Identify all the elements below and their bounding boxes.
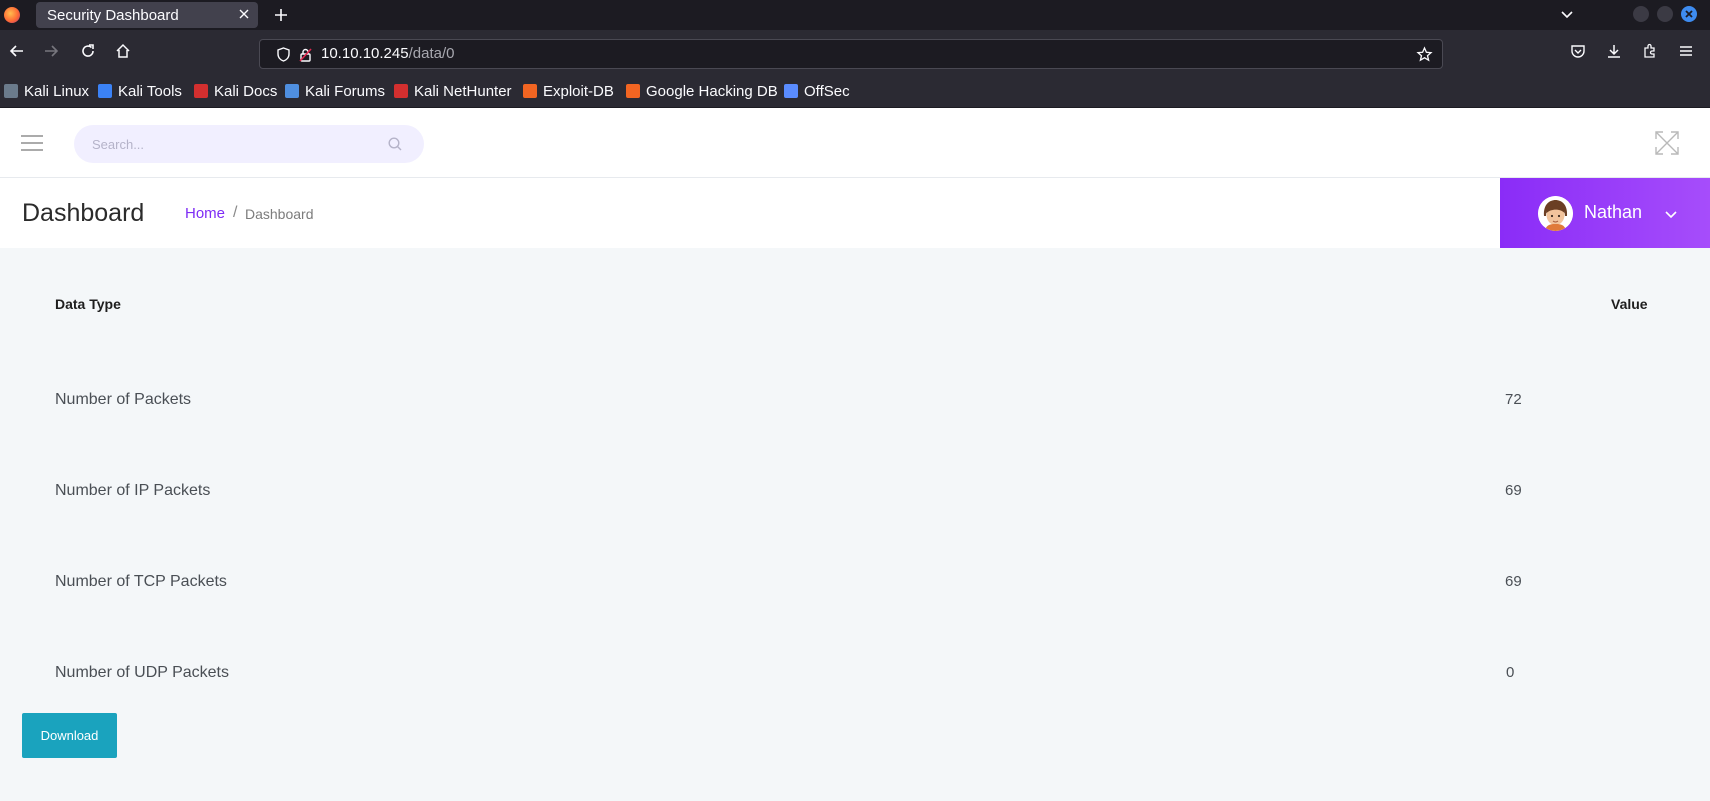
bookmark-label: Kali Docs (214, 82, 278, 100)
list-tabs-chevron-icon[interactable] (1558, 6, 1576, 24)
google-hacking-db-icon (626, 84, 640, 98)
breadcrumb-separator: / (233, 204, 238, 221)
avatar (1538, 196, 1573, 231)
kali-dragon-icon (4, 84, 18, 98)
row-value: 0 (1506, 664, 1515, 681)
reload-icon[interactable] (79, 42, 97, 60)
bookmark-label: Kali Forums (305, 82, 386, 100)
download-button[interactable]: Download (22, 713, 117, 758)
firefox-icon (4, 7, 20, 23)
browser-tab-bar: Security Dashboard (0, 0, 1710, 30)
row-label: Number of Packets (55, 391, 192, 408)
bookmark-label: Kali NetHunter (414, 82, 512, 100)
kali-nethunter-icon (394, 84, 408, 98)
url-host: 10.10.10.245 (321, 45, 409, 62)
row-label: Number of IP Packets (55, 482, 211, 499)
bookmark-google-hacking-db[interactable]: Google Hacking DB (626, 82, 778, 100)
row-value: 69 (1505, 482, 1522, 499)
home-icon[interactable] (114, 42, 132, 60)
search-icon[interactable] (387, 136, 403, 152)
new-tab-icon[interactable] (272, 6, 290, 24)
kali-docs-icon (194, 84, 208, 98)
row-value: 69 (1505, 573, 1522, 590)
browser-nav-bar: 10.10.10.245/data/0 (0, 30, 1710, 72)
offsec-icon (784, 84, 798, 98)
url-bar[interactable]: 10.10.10.245/data/0 (259, 39, 1443, 69)
hamburger-menu-icon[interactable] (20, 134, 44, 152)
pocket-icon[interactable] (1569, 42, 1587, 60)
minimize-window-button[interactable] (1633, 6, 1649, 22)
close-window-icon (1685, 10, 1693, 18)
bookmark-kali-docs[interactable]: Kali Docs (194, 82, 277, 100)
bookmark-label: Kali Tools (118, 82, 182, 100)
kali-tools-icon (98, 84, 112, 98)
bookmark-label: OffSec (804, 82, 850, 100)
user-name: Nathan (1584, 202, 1643, 222)
user-menu-button[interactable]: Nathan (1500, 178, 1710, 248)
bookmark-kali-tools[interactable]: Kali Tools (98, 82, 182, 100)
tab-title: Security Dashboard (47, 7, 179, 24)
tracking-shield-icon[interactable] (275, 46, 292, 63)
forward-arrow-icon[interactable] (42, 42, 60, 60)
row-value: 72 (1505, 391, 1522, 408)
browser-tab-active[interactable]: Security Dashboard (36, 2, 258, 28)
back-arrow-icon[interactable] (8, 42, 26, 60)
breadcrumb-home-link[interactable]: Home (185, 205, 225, 222)
bookmarks-toolbar: Kali Linux Kali Tools Kali Docs Kali For… (0, 72, 1710, 108)
close-window-button[interactable] (1681, 6, 1697, 22)
fullscreen-expand-icon[interactable] (1654, 130, 1680, 156)
chevron-down-icon (1665, 211, 1677, 219)
insecure-lock-icon[interactable] (297, 46, 314, 63)
bookmark-kali-linux[interactable]: Kali Linux (4, 82, 89, 100)
breadcrumb-current: Dashboard (245, 206, 314, 222)
row-label: Number of UDP Packets (55, 664, 229, 681)
bookmark-kali-nethunter[interactable]: Kali NetHunter (394, 82, 512, 100)
bookmark-kali-forums[interactable]: Kali Forums (285, 82, 385, 100)
row-label: Number of TCP Packets (55, 573, 227, 590)
page-header: Dashboard Home / Dashboard (0, 178, 1710, 248)
bookmark-label: Google Hacking DB (646, 82, 778, 100)
bookmark-label: Exploit-DB (543, 82, 614, 100)
bookmark-offsec[interactable]: OffSec (784, 82, 850, 100)
exploit-db-icon (523, 84, 537, 98)
page-title: Dashboard (22, 199, 145, 227)
bookmark-label: Kali Linux (24, 82, 90, 100)
kali-forums-icon (285, 84, 299, 98)
maximize-window-button[interactable] (1657, 6, 1673, 22)
url-text: 10.10.10.245/data/0 (321, 45, 454, 62)
app-menu-icon[interactable] (1677, 42, 1695, 60)
extensions-icon[interactable] (1641, 42, 1659, 60)
url-path: /data/0 (408, 45, 455, 62)
close-tab-icon[interactable] (236, 6, 252, 22)
bookmark-star-icon[interactable] (1416, 46, 1433, 63)
search-input[interactable] (74, 125, 424, 163)
column-header-data-type: Data Type (55, 296, 121, 312)
downloads-icon[interactable] (1605, 42, 1623, 60)
bookmark-exploit-db[interactable]: Exploit-DB (523, 82, 614, 100)
app-topbar (0, 108, 1710, 178)
column-header-value: Value (1611, 296, 1648, 312)
